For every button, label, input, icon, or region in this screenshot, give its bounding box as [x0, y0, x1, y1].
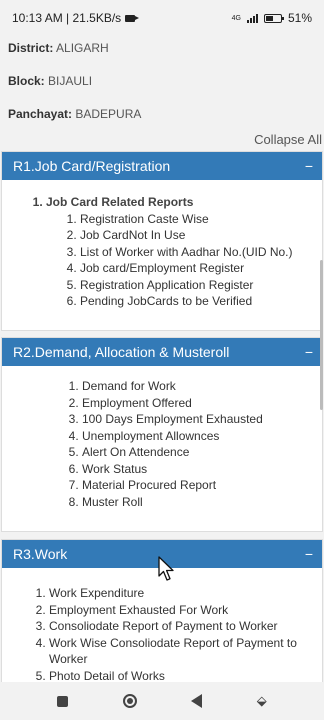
report-list: Demand for Work Employment Offered 100 D…: [2, 378, 322, 510]
panchayat-line: Panchayat: BADEPURA: [8, 107, 141, 121]
report-link[interactable]: Alert On Attendence: [82, 444, 322, 461]
report-link[interactable]: Registration Application Register: [80, 277, 322, 294]
collapse-toggle-icon[interactable]: −: [305, 344, 313, 360]
battery-percent: 51%: [287, 11, 312, 25]
accessibility-icon[interactable]: ⬙: [257, 693, 267, 709]
system-navigation-bar: ⬙: [0, 682, 324, 720]
report-list: Work Expenditure Employment Exhausted Fo…: [2, 585, 322, 684]
mouse-cursor-icon: [158, 556, 174, 581]
report-link[interactable]: Pending JobCards to be Verified: [80, 293, 322, 310]
home-icon[interactable]: [122, 694, 137, 708]
video-camera-icon: [125, 14, 140, 22]
panchayat-value: BADEPURA: [75, 107, 142, 121]
report-link[interactable]: Employment Offered: [82, 395, 322, 412]
panel-header-r1[interactable]: R1.Job Card/Registration −: [2, 152, 322, 180]
panchayat-label: Panchayat:: [8, 107, 73, 121]
panel-header-r2[interactable]: R2.Demand, Allocation & Musteroll −: [2, 338, 322, 366]
status-time: 10:13 AM | 21.5KB/s: [12, 11, 122, 25]
report-link[interactable]: Demand for Work: [82, 378, 322, 395]
back-icon[interactable]: [191, 694, 203, 708]
report-link[interactable]: Employment Exhausted For Work: [49, 602, 322, 619]
report-link[interactable]: Job card/Employment Register: [80, 260, 322, 277]
status-bar: 10:13 AM | 21.5KB/s 4G 51%: [0, 0, 324, 36]
report-link[interactable]: Material Procured Report: [82, 477, 322, 494]
report-link[interactable]: Job CardNot In Use: [80, 227, 322, 244]
battery-icon: [263, 13, 284, 23]
report-link[interactable]: Unemployment Allownces: [82, 428, 322, 445]
panel-job-card-registration: R1.Job Card/Registration − Job Card Rela…: [1, 151, 323, 331]
collapse-all-link[interactable]: Collapse All: [254, 132, 322, 147]
report-link[interactable]: Work Wise Consoliodate Report of Payment…: [49, 635, 322, 668]
report-link[interactable]: 100 Days Employment Exhausted: [82, 411, 322, 428]
recent-apps-icon[interactable]: [57, 695, 69, 707]
network-type: 4G: [231, 14, 241, 22]
district-label: District:: [8, 41, 54, 55]
panel-title: R1.Job Card/Registration: [13, 158, 171, 174]
collapse-toggle-icon[interactable]: −: [305, 546, 313, 562]
report-list: Registration Caste Wise Job CardNot In U…: [46, 211, 322, 310]
report-group: Job Card Related Reports Registration Ca…: [46, 194, 322, 310]
scrollbar[interactable]: [320, 260, 323, 410]
signal-icon: [246, 13, 258, 23]
report-link[interactable]: Work Expenditure: [49, 585, 322, 602]
panel-demand-allocation-musteroll: R2.Demand, Allocation & Musteroll − Dema…: [1, 337, 323, 532]
report-link[interactable]: Registration Caste Wise: [80, 211, 322, 228]
report-link[interactable]: Consoliodate Report of Payment to Worker: [49, 618, 322, 635]
block-value: BIJAULI: [48, 74, 93, 88]
group-title[interactable]: Job Card Related Reports: [46, 195, 193, 209]
block-line: Block: BIJAULI: [8, 74, 92, 88]
report-link[interactable]: Work Status: [82, 461, 322, 478]
block-label: Block:: [8, 74, 45, 88]
report-group-list: Job Card Related Reports Registration Ca…: [2, 194, 322, 310]
district-line: District: ALIGARH: [8, 41, 109, 55]
report-link[interactable]: List of Worker with Aadhar No.(UID No.): [80, 244, 322, 261]
district-value: ALIGARH: [56, 41, 109, 55]
report-link[interactable]: Muster Roll: [82, 494, 322, 511]
collapse-toggle-icon[interactable]: −: [305, 158, 313, 174]
panel-title: R2.Demand, Allocation & Musteroll: [13, 344, 230, 360]
panel-title: R3.Work: [13, 546, 68, 562]
